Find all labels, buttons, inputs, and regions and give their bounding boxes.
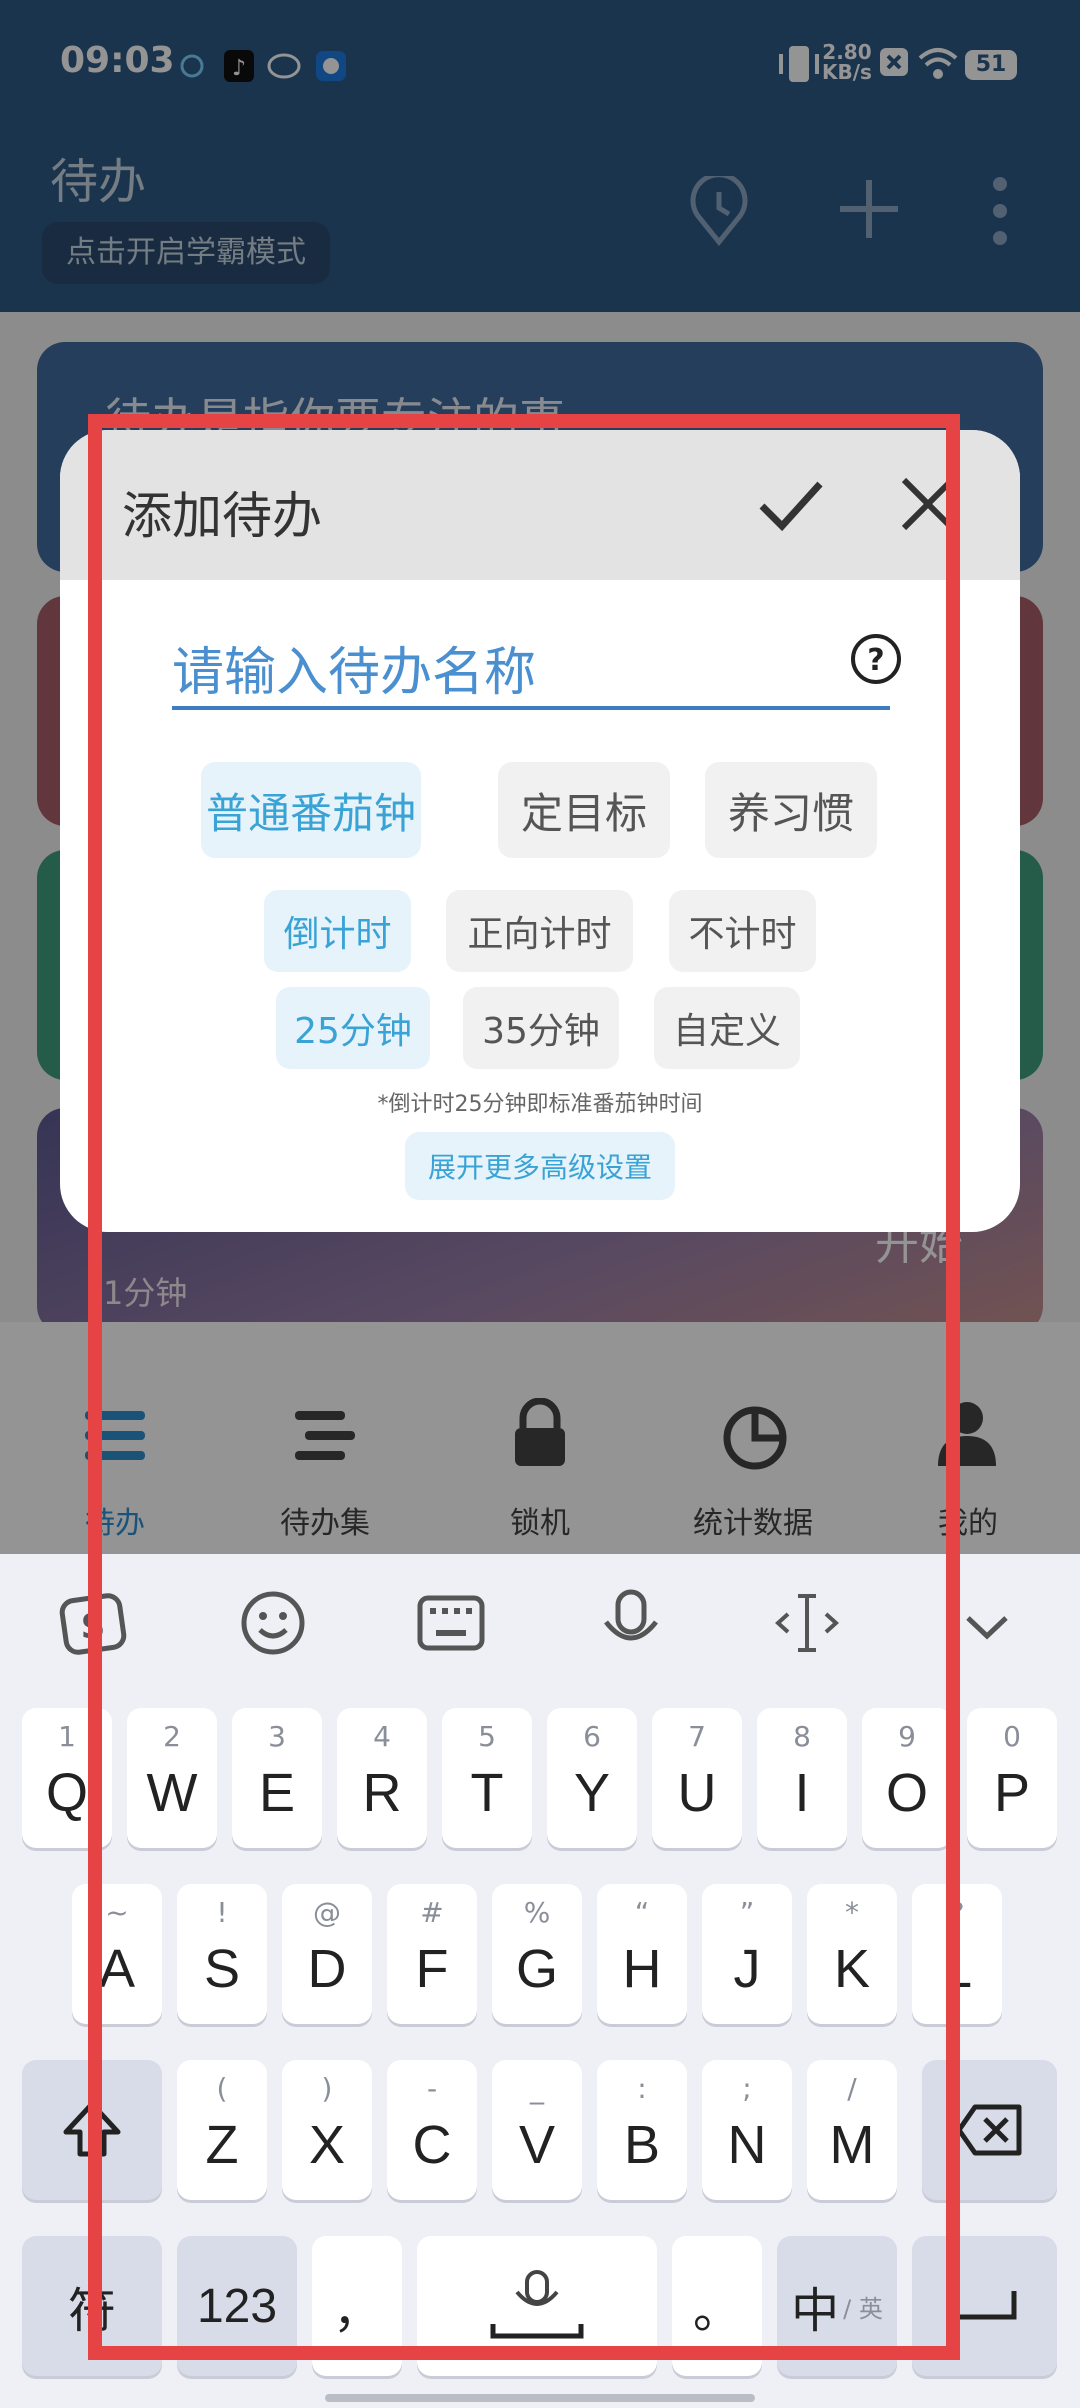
- dialog-header: 添加待办: [60, 430, 1020, 580]
- enter-key[interactable]: [912, 2236, 1057, 2376]
- key-j[interactable]: ” J: [702, 1884, 792, 2024]
- key-e[interactable]: 3E: [232, 1708, 322, 1848]
- keyboard-layout-icon[interactable]: [416, 1588, 486, 1658]
- cursor-move-icon[interactable]: [772, 1588, 842, 1658]
- key-t[interactable]: 5T: [442, 1708, 532, 1848]
- period-key[interactable]: 。: [672, 2236, 762, 2376]
- key-h[interactable]: “H: [597, 1884, 687, 2024]
- enter-icon: [957, 2291, 1016, 2320]
- symbol-key[interactable]: 符: [22, 2236, 162, 2376]
- shift-key[interactable]: [22, 2060, 162, 2200]
- key-r[interactable]: 4R: [337, 1708, 427, 1848]
- svg-text:?: ?: [867, 643, 884, 678]
- key-u[interactable]: 7U: [652, 1708, 742, 1848]
- key-g[interactable]: % G: [492, 1884, 582, 2024]
- key-a[interactable]: ~ A: [72, 1884, 162, 2024]
- collapse-keyboard-icon[interactable]: [952, 1588, 1022, 1658]
- key-w[interactable]: 2W: [127, 1708, 217, 1848]
- backspace-icon: [956, 2104, 1021, 2156]
- shift-arrow-icon: [63, 2101, 121, 2157]
- key-p[interactable]: 0P: [967, 1708, 1057, 1848]
- confirm-check-icon[interactable]: [756, 476, 826, 536]
- mode-habit-chip[interactable]: 养习惯: [705, 762, 877, 858]
- pomodoro-hint: *倒计时25分钟即标准番茄钟时间: [377, 1092, 703, 1117]
- advanced-settings-button[interactable]: 展开更多高级设置: [405, 1132, 675, 1200]
- timer-countup-chip[interactable]: 正向计时: [446, 890, 633, 972]
- key-n[interactable]: ; N: [702, 2060, 792, 2200]
- mode-goal-chip[interactable]: 定目标: [498, 762, 670, 858]
- number-key[interactable]: 123: [177, 2236, 297, 2376]
- home-indicator: [325, 2394, 755, 2402]
- key-x[interactable]: ) X: [282, 2060, 372, 2200]
- key-c[interactable]: -C: [387, 2060, 477, 2200]
- space-key[interactable]: [417, 2236, 657, 2376]
- timer-countdown-chip[interactable]: 倒计时: [264, 890, 411, 972]
- todo-name-input[interactable]: 请输入待办名称: [172, 630, 890, 710]
- close-icon[interactable]: [898, 474, 958, 534]
- duration-custom-chip[interactable]: 自定义: [654, 987, 800, 1069]
- key-d[interactable]: @ D: [282, 1884, 372, 2024]
- language-switch-key[interactable]: 中 / 英: [777, 2236, 897, 2376]
- comma-key[interactable]: ，: [312, 2236, 402, 2376]
- dialog-title: 添加待办: [122, 487, 322, 545]
- add-todo-dialog: 添加待办 请输入待办名称 ? 普通番茄钟 定目标 养习惯 倒计时 正向计时 不计…: [60, 430, 1020, 1232]
- key-f[interactable]: # F: [387, 1884, 477, 2024]
- backspace-key[interactable]: [922, 2060, 1057, 2200]
- key-z[interactable]: (Z: [177, 2060, 267, 2200]
- svg-text:S: S: [81, 1607, 106, 1647]
- key-k[interactable]: * K: [807, 1884, 897, 2024]
- voice-input-icon[interactable]: [596, 1588, 666, 1658]
- key-m[interactable]: / M: [807, 2060, 897, 2200]
- timer-none-chip[interactable]: 不计时: [669, 890, 816, 972]
- space-mic-icon: [490, 2270, 584, 2339]
- key-y[interactable]: 6Y: [547, 1708, 637, 1848]
- key-o[interactable]: 9O: [862, 1708, 952, 1848]
- duration-25-chip[interactable]: 25分钟: [276, 987, 430, 1069]
- key-l[interactable]: ? L: [912, 1884, 1002, 2024]
- key-i[interactable]: 8I: [757, 1708, 847, 1848]
- key-v[interactable]: _ V: [492, 2060, 582, 2200]
- key-s[interactable]: ! S: [177, 1884, 267, 2024]
- emoji-icon[interactable]: [238, 1588, 308, 1658]
- sogou-logo-icon[interactable]: S: [58, 1588, 128, 1658]
- duration-35-chip[interactable]: 35分钟: [463, 987, 619, 1069]
- key-b[interactable]: :B: [597, 2060, 687, 2200]
- help-question-icon[interactable]: ?: [849, 632, 903, 686]
- mode-pomodoro-chip[interactable]: 普通番茄钟: [201, 762, 421, 858]
- key-q[interactable]: 1Q: [22, 1708, 112, 1848]
